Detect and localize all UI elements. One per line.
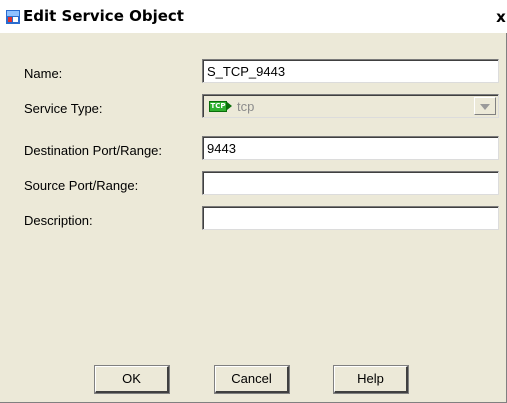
service-type-value: tcp <box>237 99 255 114</box>
ok-button[interactable]: OK <box>94 365 170 394</box>
destination-port-field[interactable]: 9443 <box>202 136 499 160</box>
service-type-select[interactable]: TCP tcp <box>202 94 499 118</box>
title-bar[interactable]: Edit Service Object x <box>0 0 507 33</box>
destination-port-label: Destination Port/Range: <box>24 143 163 158</box>
edit-service-object-dialog: Edit Service Object x Name: S_TCP_9443 S… <box>0 0 507 403</box>
help-button[interactable]: Help <box>333 365 409 394</box>
window-title: Edit Service Object <box>23 7 184 25</box>
service-type-label: Service Type: <box>24 101 103 116</box>
description-field[interactable] <box>202 206 499 230</box>
cancel-button[interactable]: Cancel <box>214 365 290 394</box>
source-port-label: Source Port/Range: <box>24 178 139 193</box>
chevron-down-icon <box>480 104 490 110</box>
app-icon <box>6 10 20 24</box>
description-label: Description: <box>24 213 93 228</box>
dropdown-button[interactable] <box>474 97 496 115</box>
name-field[interactable]: S_TCP_9443 <box>202 59 499 83</box>
source-port-field[interactable] <box>202 171 499 195</box>
tcp-arrow-icon <box>227 102 232 110</box>
tcp-icon: TCP <box>209 101 227 112</box>
name-label: Name: <box>24 66 63 81</box>
close-icon[interactable]: x <box>494 8 507 26</box>
